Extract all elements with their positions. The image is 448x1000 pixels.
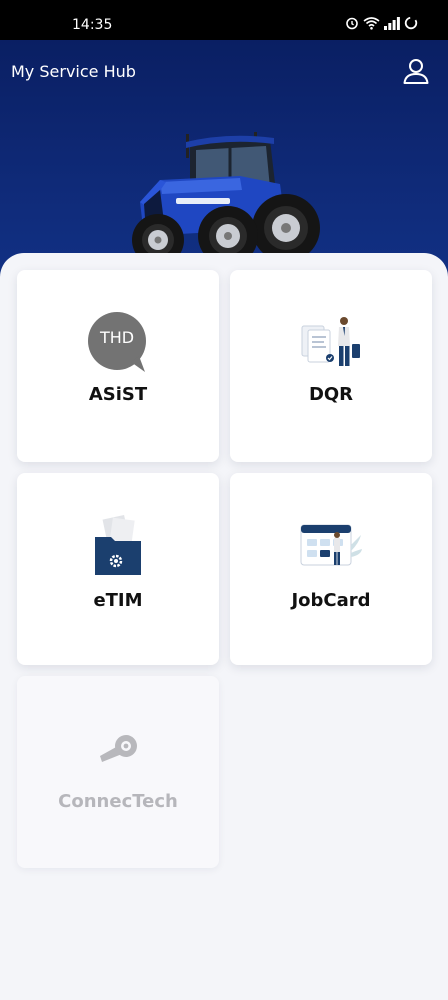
tractor-image — [132, 132, 320, 266]
thd-chat-icon: THD — [87, 312, 149, 374]
status-time: 14:35 — [72, 17, 113, 33]
profile-button[interactable] — [402, 57, 430, 85]
signal-icon — [384, 16, 400, 30]
calendar-person-icon — [299, 521, 363, 573]
card-label: ConnecTech — [58, 791, 178, 812]
folder-gear-icon — [93, 514, 143, 581]
etim-card[interactable]: eTIM — [17, 473, 219, 665]
asist-card[interactable]: THD ASiST — [17, 270, 219, 462]
key-icon — [98, 732, 138, 770]
card-label: ASiST — [88, 384, 148, 405]
jobcard-card[interactable]: JobCard — [230, 473, 432, 665]
user-icon — [403, 59, 429, 84]
card-label: eTIM — [93, 590, 143, 611]
thd-label: THD — [99, 328, 135, 347]
battery-saver-icon — [404, 16, 418, 30]
dqr-card[interactable]: DQR — [230, 270, 432, 462]
card-label: DQR — [308, 384, 354, 405]
connectech-card[interactable]: ConnecTech — [17, 676, 219, 868]
status-icons — [345, 16, 418, 30]
card-label: JobCard — [291, 590, 371, 611]
document-person-icon — [300, 316, 362, 374]
wifi-icon — [363, 16, 380, 30]
status-bar: 14:35 — [0, 0, 448, 40]
page-title: My Service Hub — [11, 62, 136, 81]
alarm-icon — [345, 16, 359, 30]
